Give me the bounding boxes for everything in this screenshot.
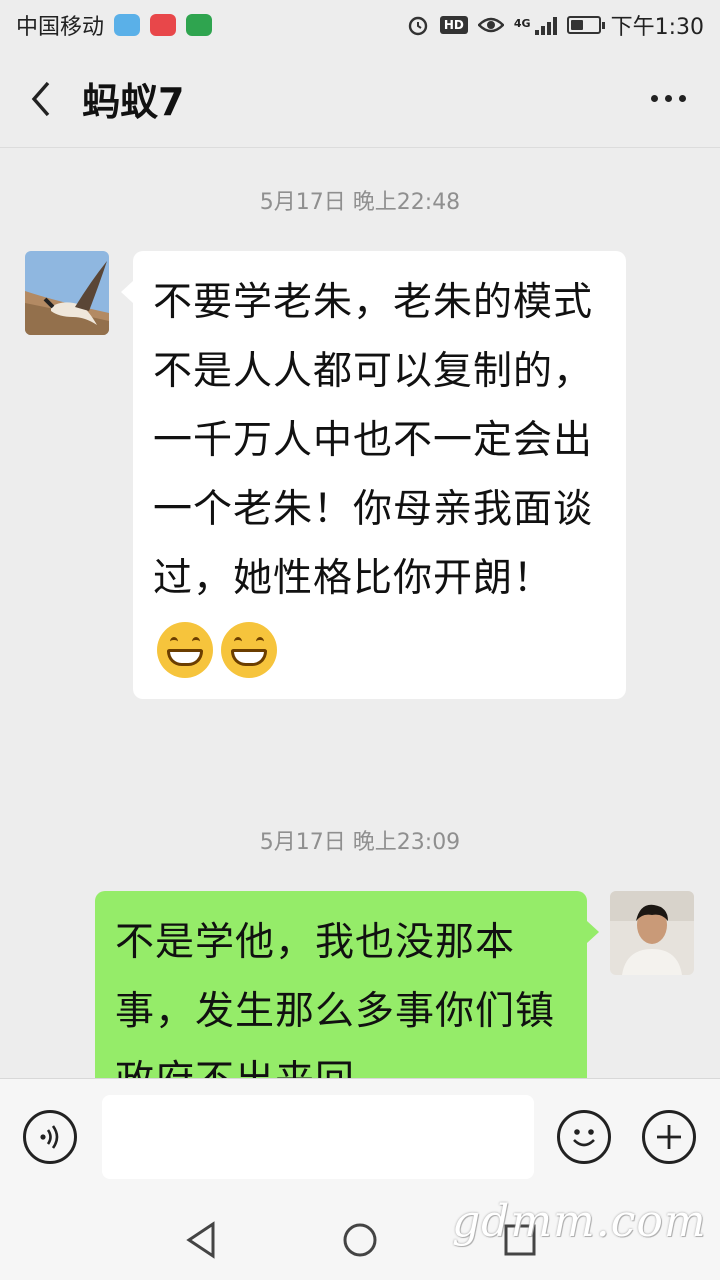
chat-header: 蚂蚁7 [0,50,720,148]
grin-emoji [221,621,277,678]
app-notification-icon [150,14,177,36]
message-bubble-incoming[interactable]: 不要学老朱，老朱的模式不是人人都可以复制的，一千万人中也不一定会出一个老朱！你母… [121,251,626,699]
input-bar [0,1078,720,1200]
status-bar: 中国移动 HD 4G 下午1:30 [0,0,720,50]
watermark-logo: gdmm.com [452,1196,707,1247]
more-functions-button[interactable] [642,1110,696,1164]
user-avatar[interactable] [610,891,694,975]
more-options-icon[interactable] [651,95,686,102]
smiley-icon [573,1129,595,1147]
message-timestamp: 5月17日 晚上22:48 [259,190,461,215]
back-icon[interactable] [26,79,56,119]
carrier-label: 中国移动 [16,15,105,40]
message-list[interactable]: 5月17日 晚上22:48 不要学老朱，老朱的模式不是人人都可以复制的，一千万人… [0,148,720,1078]
app-notification-icon [186,14,213,36]
app-notification-icon [114,14,141,36]
alarm-icon [408,16,428,36]
hd-icon: HD [439,16,468,34]
clock: 下午1:30 [610,15,704,40]
message-text: 不是学他，我也没那本事，发生那么多事你们镇政府不出来回 [115,920,556,1078]
message-timestamp: 5月17日 晚上23:09 [259,830,461,855]
system-home-icon[interactable] [341,1220,379,1260]
plus-icon [657,1125,681,1149]
eye-icon [477,17,504,33]
signal-icon [534,15,557,35]
message-text: 不要学老朱，老朱的模式不是人人都可以复制的，一千万人中也不一定会出一个老朱！你母… [153,280,594,601]
system-back-icon[interactable] [183,1220,219,1260]
grin-emoji [157,621,213,678]
voice-input-button[interactable] [23,1110,77,1164]
chat-title: 蚂蚁7 [82,80,185,124]
emoji-button[interactable] [557,1110,611,1164]
battery-icon [566,16,605,34]
message-input[interactable] [102,1095,534,1179]
voice-icon [40,1125,59,1149]
contact-avatar[interactable] [25,251,109,335]
network-label: 4G [513,17,531,30]
message-bubble-outgoing[interactable]: 不是学他，我也没那本事，发生那么多事你们镇政府不出来回 [95,891,599,1078]
